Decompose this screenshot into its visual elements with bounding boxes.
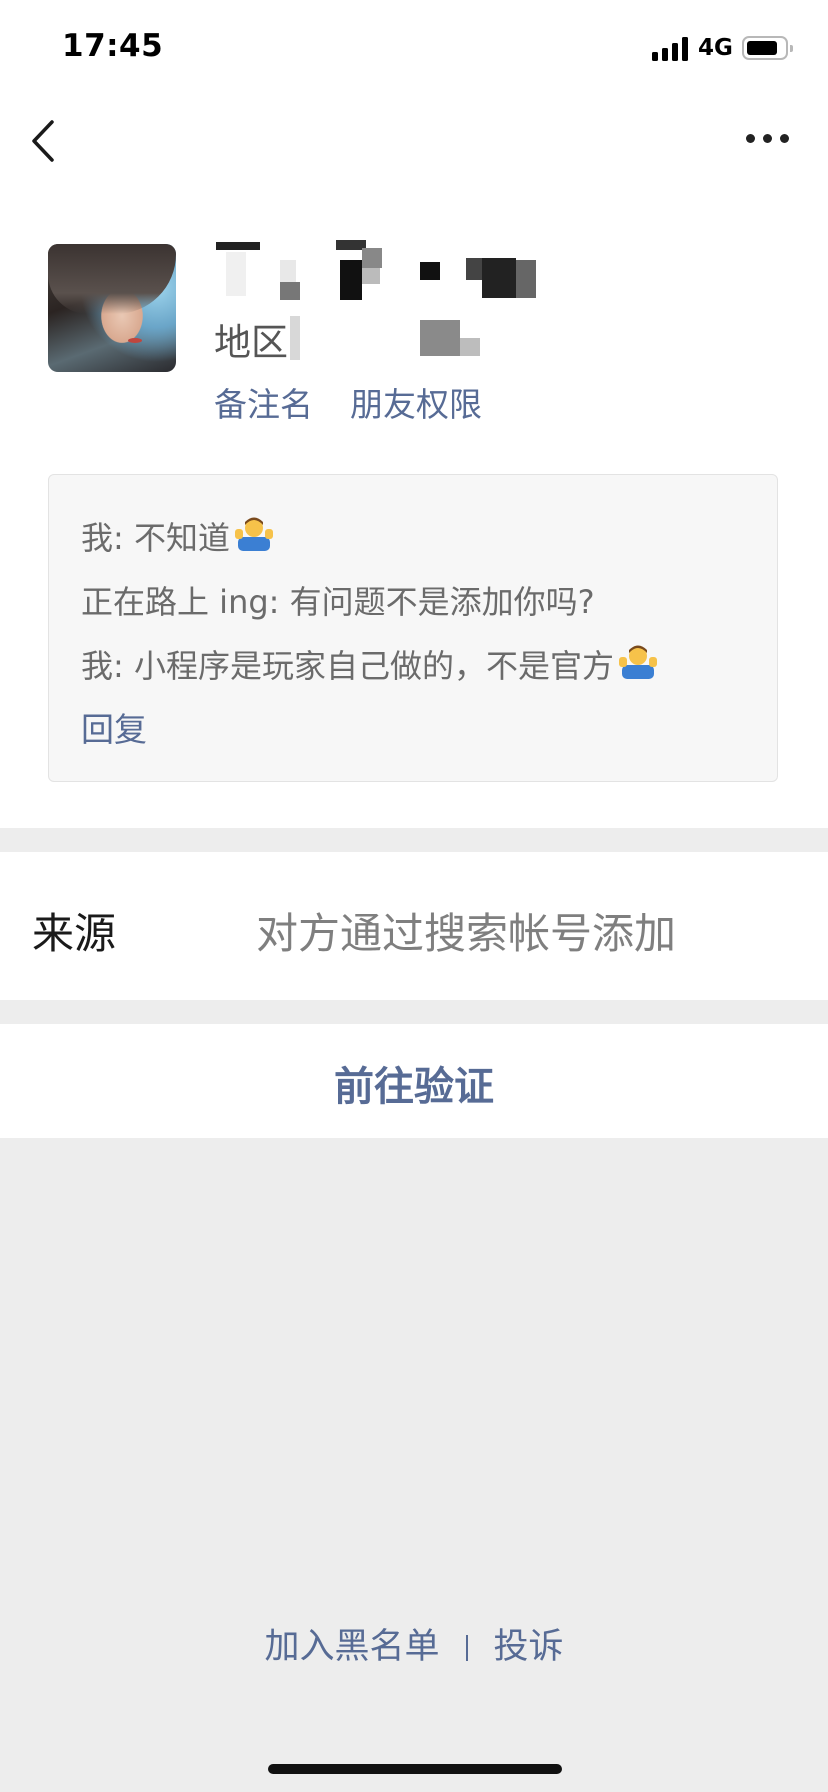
- remark-name-link[interactable]: 备注名: [214, 378, 313, 426]
- chevron-left-icon[interactable]: [30, 118, 60, 164]
- network-type: 4G: [698, 35, 733, 61]
- message-text: 正在路上 ing: 有问题不是添加你吗?: [81, 583, 595, 621]
- status-time: 17:45: [62, 28, 164, 64]
- source-label: 来源: [32, 909, 117, 958]
- home-indicator[interactable]: [268, 1764, 562, 1774]
- ellipsis-icon[interactable]: [744, 132, 792, 146]
- divider: [465, 1635, 468, 1661]
- person-shrugging-emoji: [618, 641, 658, 689]
- source-row: 来源 对方通过搜索帐号添加: [0, 852, 828, 1000]
- message-item: 正在路上 ing: 有问题不是添加你吗?: [81, 577, 595, 623]
- signal-icon: [652, 37, 690, 61]
- battery-icon: [742, 36, 793, 60]
- message-item: 我: 小程序是玩家自己做的，不是官方: [81, 641, 658, 689]
- footer-actions: 加入黑名单 投诉: [0, 1618, 828, 1669]
- message-item: 我: 不知道: [81, 513, 274, 561]
- nickname-redacted: [216, 238, 540, 300]
- region-value-redacted: [290, 316, 500, 360]
- message-preview-box: 我: 不知道 正在路上 ing: 有问题不是添加你吗? 我: 小程序是玩家自己做…: [48, 474, 778, 782]
- person-shrugging-emoji: [234, 513, 274, 561]
- verify-row[interactable]: 前往验证: [0, 1024, 828, 1138]
- friend-permission-link[interactable]: 朋友权限: [350, 378, 482, 426]
- message-text: 我: 不知道: [81, 519, 230, 557]
- source-value: 对方通过搜索帐号添加: [256, 909, 677, 958]
- avatar[interactable]: [48, 244, 176, 372]
- region-label: 地区: [214, 321, 288, 364]
- message-text: 我: 小程序是玩家自己做的，不是官方: [81, 647, 614, 685]
- complain-link[interactable]: 投诉: [494, 1627, 564, 1667]
- add-to-blacklist-link[interactable]: 加入黑名单: [264, 1627, 439, 1667]
- reply-link[interactable]: 回复: [81, 703, 147, 751]
- go-verify-button[interactable]: 前往验证: [0, 1054, 828, 1112]
